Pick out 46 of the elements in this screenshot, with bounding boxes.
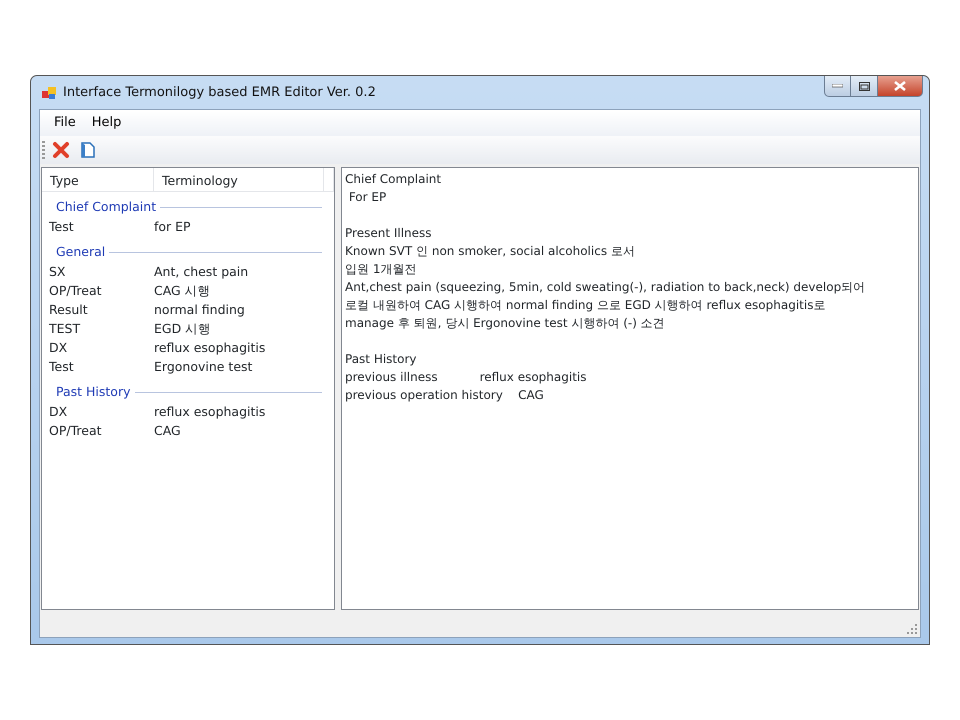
terminology-cell-text: reflux esophagitis [154, 403, 266, 422]
type-cell-text: SX [48, 263, 66, 282]
terminology-cell-text: reflux esophagitis [154, 339, 266, 358]
terminology-cell-text: EGD 시행 [154, 320, 212, 338]
type-cell-text: DX [48, 339, 68, 358]
menu-item[interactable]: Help [84, 112, 130, 134]
terminology-cell-text: Ant, chest pain [154, 263, 248, 282]
text-line: Present Illness [345, 225, 433, 242]
type-cell-text: OP/Treat [48, 282, 103, 300]
column-header[interactable]: Type [42, 168, 154, 191]
menu-item[interactable]: File [46, 112, 84, 134]
type-cell-text: Result [48, 301, 89, 320]
type-cell-text: OP/Treat [48, 422, 103, 440]
text-line: Chief Complaint [345, 171, 442, 188]
text-line: manage 후 퇴원, 당시 Ergonovine test 시행하여 (-) 소견 [345, 315, 666, 332]
terminology-cell-text: Ergonovine test [154, 358, 252, 376]
group-header: Chief Complaint [56, 198, 156, 216]
group-header: Past History [56, 383, 130, 402]
window-title: Interface Termonilogy based EMR Editor Ver. 0.2 [63, 84, 376, 102]
text-line: 로컬 내원하여 CAG 시행하여 normal finding 으로 EGD 시행하여 reflux esophagitis로 [345, 297, 826, 314]
group-header: General [56, 243, 106, 262]
type-cell-text: DX [48, 403, 68, 422]
minimize-button[interactable] [824, 76, 851, 97]
close-icon [894, 81, 906, 91]
type-cell-text: TEST [48, 320, 82, 338]
text-line: previous illness reflux esophagitis [345, 369, 588, 386]
text-line: Known SVT 인 non smoker, social alcoholics 로서 [345, 243, 636, 260]
column-header[interactable]: Terminology [154, 168, 324, 191]
type-cell-text: Test [48, 358, 75, 376]
text-line: For EP [348, 189, 388, 206]
terminology-cell-text: for EP [154, 218, 191, 236]
maximize-icon [858, 82, 870, 90]
terminology-cell-text: CAG 시행 [154, 282, 211, 300]
text-line: previous operation history CAG [345, 387, 545, 404]
terminology-cell-text: normal finding [154, 301, 245, 320]
text-editor[interactable] [341, 167, 919, 610]
maximize-button[interactable] [851, 76, 877, 97]
text-line: Past History [345, 351, 418, 368]
minimize-icon [832, 84, 843, 88]
text-line: 입원 1개월전 [345, 261, 418, 278]
resize-grip-icon[interactable] [907, 624, 917, 634]
type-cell-text: Test [48, 218, 75, 236]
close-button[interactable] [877, 76, 923, 97]
text-line: Ant,chest pain (squeezing, 5min, cold sweating(-), radiation to back,neck) develop되어 [345, 279, 866, 296]
terminology-cell-text: CAG [154, 422, 181, 440]
app-icon [41, 84, 57, 100]
